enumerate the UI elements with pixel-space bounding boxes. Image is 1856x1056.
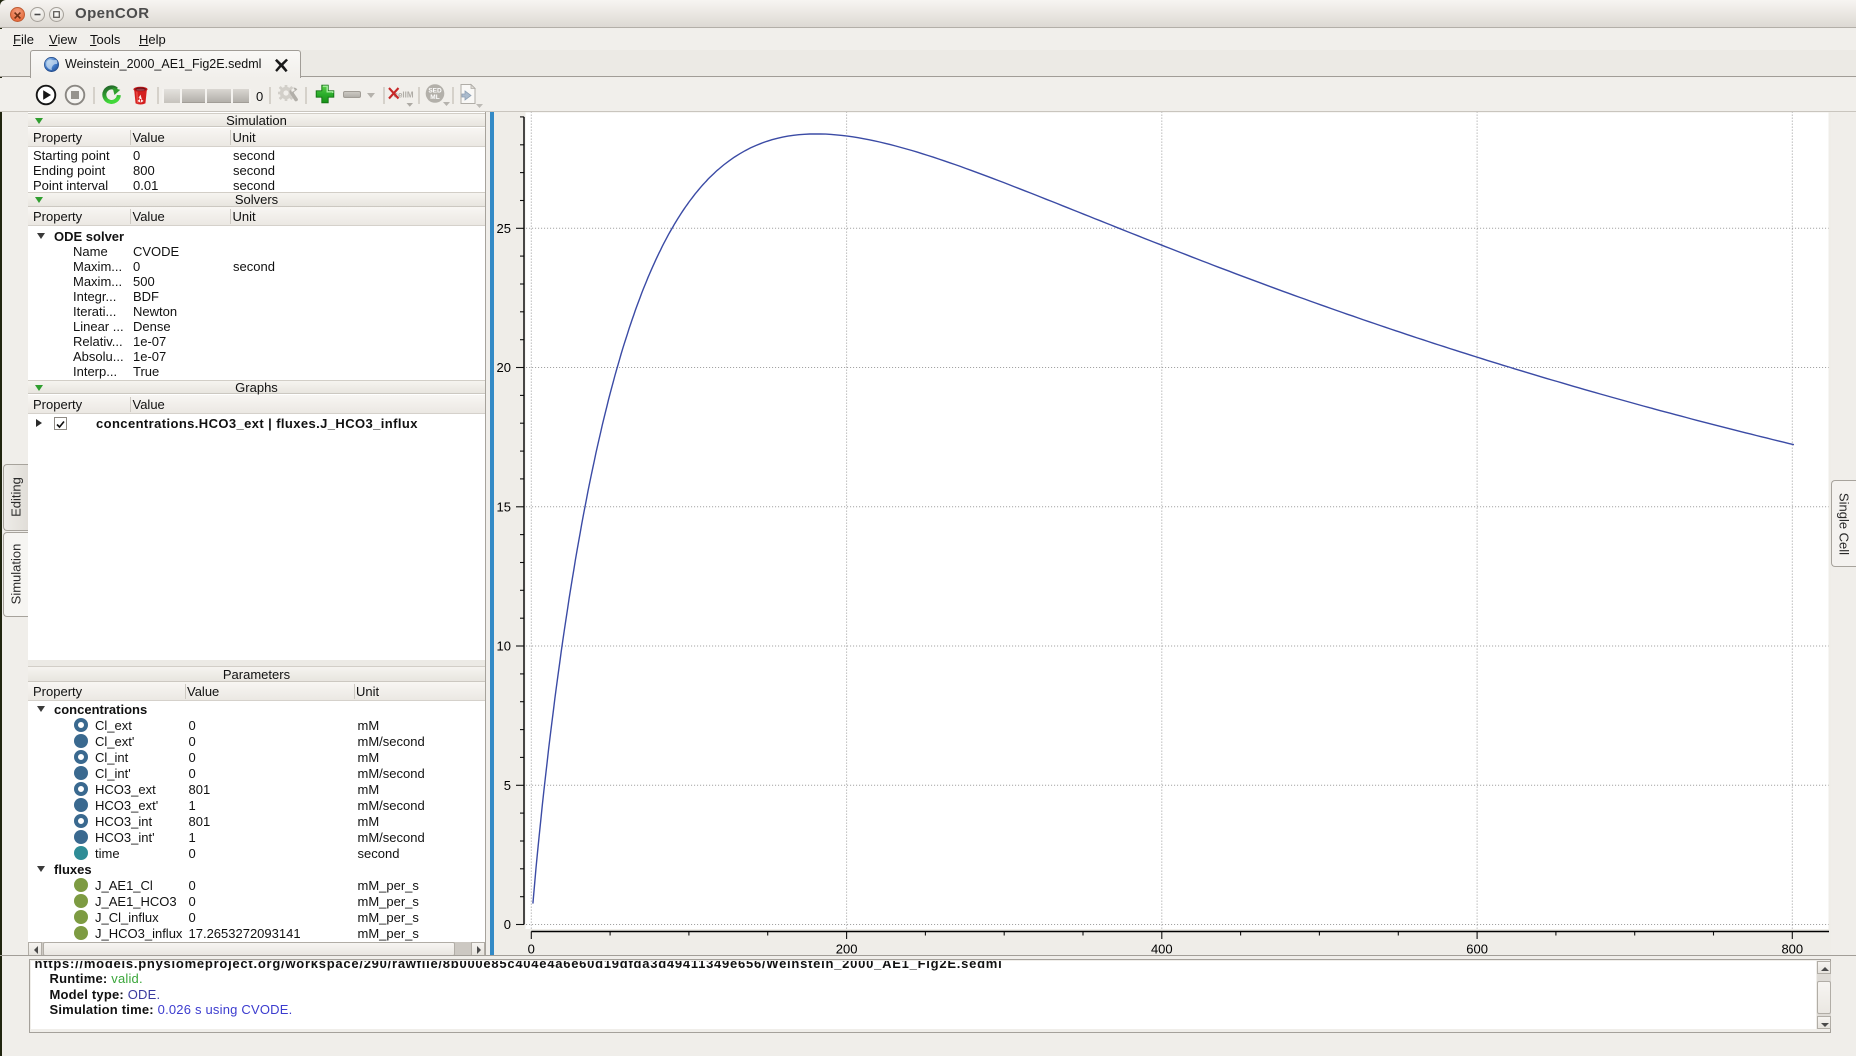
- svg-text:20: 20: [497, 360, 511, 375]
- svg-text:800: 800: [1781, 942, 1803, 956]
- svg-text:400: 400: [1151, 942, 1173, 956]
- svg-text:200: 200: [836, 942, 858, 956]
- svg-text:ML: ML: [430, 94, 439, 101]
- svg-text:0: 0: [504, 917, 511, 932]
- svg-text:25: 25: [497, 221, 511, 236]
- svg-text:5: 5: [504, 778, 511, 793]
- svg-text:0: 0: [528, 942, 535, 956]
- svg-text:600: 600: [1466, 942, 1488, 956]
- svg-text:15: 15: [497, 499, 511, 514]
- svg-text:10: 10: [497, 639, 511, 654]
